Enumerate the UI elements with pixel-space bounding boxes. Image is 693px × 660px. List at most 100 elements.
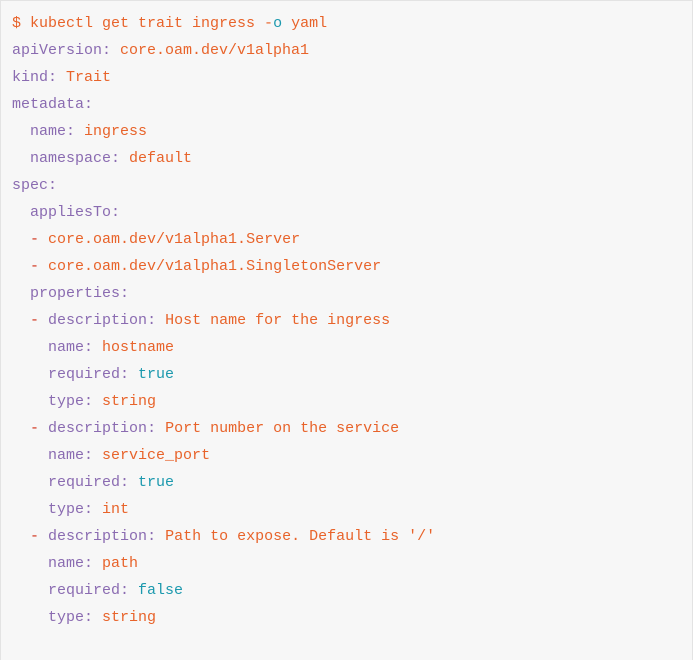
token-val: ingress: [84, 123, 148, 140]
token-key: appliesTo: [30, 204, 112, 221]
token-punct: :: [120, 582, 139, 599]
token-dash: -: [30, 528, 49, 545]
token-key: type: [48, 609, 85, 626]
token-punct: :: [120, 474, 139, 491]
token-val: Path to expose. Default is '/': [165, 528, 436, 545]
code-line-prop-0-type: type: string: [1, 388, 692, 415]
code-line-prop-0-description: - description: Host name for the ingress: [1, 307, 692, 334]
token-val: string: [102, 609, 157, 626]
token-bool: true: [138, 366, 175, 383]
token-key: properties: [30, 285, 121, 302]
token-val: Host name for the ingress: [165, 312, 391, 329]
token-punct: :: [102, 42, 121, 59]
token-key: name: [30, 123, 67, 140]
code-line-prop-1-description: - description: Port number on the servic…: [1, 415, 692, 442]
code-line-prop-1-required: required: true: [1, 469, 692, 496]
token-key: spec: [12, 177, 49, 194]
token-key: metadata: [12, 96, 85, 113]
token-punct: :: [147, 312, 166, 329]
token-key: type: [48, 501, 85, 518]
token-val: path: [102, 555, 139, 572]
code-line-appliesTo-0: - core.oam.dev/v1alpha1.Server: [1, 226, 692, 253]
token-key: apiVersion: [12, 42, 103, 59]
token-val: service_port: [102, 447, 211, 464]
code-line-prop-2-required: required: false: [1, 577, 692, 604]
code-line-prop-2-name: name: path: [1, 550, 692, 577]
token-bool: false: [138, 582, 184, 599]
code-line-prop-0-required: required: true: [1, 361, 692, 388]
token-punct: :: [84, 609, 103, 626]
token-key: namespace: [30, 150, 112, 167]
code-line-spec: spec:: [1, 172, 692, 199]
token-key: name: [48, 339, 85, 356]
yaml-output-text[interactable]: $ kubectl get trait ingress -o yaml apiVe…: [1, 10, 692, 631]
token-key: description: [48, 420, 148, 437]
token-val: core.oam.dev/v1alpha1.Server: [48, 231, 301, 248]
code-line-appliesTo-1: - core.oam.dev/v1alpha1.SingletonServer: [1, 253, 692, 280]
token-punct: :: [48, 177, 58, 194]
token-key: required: [48, 474, 121, 491]
token-flagchar: o: [273, 15, 283, 32]
code-line-properties: properties:: [1, 280, 692, 307]
code-line-appliesTo: appliesTo:: [1, 199, 692, 226]
token-key: kind: [12, 69, 49, 86]
token-val: Port number on the service: [165, 420, 400, 437]
code-line-prop-0-name: name: hostname: [1, 334, 692, 361]
token-punct: :: [120, 366, 139, 383]
token-punct: :: [111, 150, 130, 167]
token-val: core.oam.dev/v1alpha1: [120, 42, 310, 59]
token-val: hostname: [102, 339, 175, 356]
token-punct: :: [120, 285, 130, 302]
token-val: int: [102, 501, 130, 518]
token-key: name: [48, 447, 85, 464]
token-key: required: [48, 366, 121, 383]
code-line-prop-2-description: - description: Path to expose. Default i…: [1, 523, 692, 550]
token-cmd: yaml: [282, 15, 328, 32]
token-val: default: [129, 150, 193, 167]
token-punct: :: [84, 393, 103, 410]
token-dash: -: [30, 420, 49, 437]
token-dash: -: [30, 312, 49, 329]
code-line-prop-1-name: name: service_port: [1, 442, 692, 469]
code-block: $ kubectl get trait ingress -o yaml apiVe…: [0, 0, 693, 660]
token-punct: :: [84, 501, 103, 518]
code-line-kind: kind: Trait: [1, 64, 692, 91]
token-cmd: -: [264, 15, 274, 32]
token-cmd: $ kubectl get trait ingress: [12, 15, 265, 32]
token-punct: :: [66, 123, 85, 140]
token-punct: :: [147, 528, 166, 545]
token-punct: :: [147, 420, 166, 437]
code-line-apiVersion: apiVersion: core.oam.dev/v1alpha1: [1, 37, 692, 64]
token-key: description: [48, 528, 148, 545]
token-key: required: [48, 582, 121, 599]
token-punct: :: [111, 204, 121, 221]
token-dash: -: [30, 231, 49, 248]
token-bool: true: [138, 474, 175, 491]
token-val: core.oam.dev/v1alpha1.SingletonServer: [48, 258, 382, 275]
token-punct: :: [84, 555, 103, 572]
token-key: description: [48, 312, 148, 329]
code-line-prop-1-type: type: int: [1, 496, 692, 523]
code-line-prop-2-type: type: string: [1, 604, 692, 631]
token-key: name: [48, 555, 85, 572]
token-punct: :: [84, 447, 103, 464]
token-dash: -: [30, 258, 49, 275]
token-val: string: [102, 393, 157, 410]
